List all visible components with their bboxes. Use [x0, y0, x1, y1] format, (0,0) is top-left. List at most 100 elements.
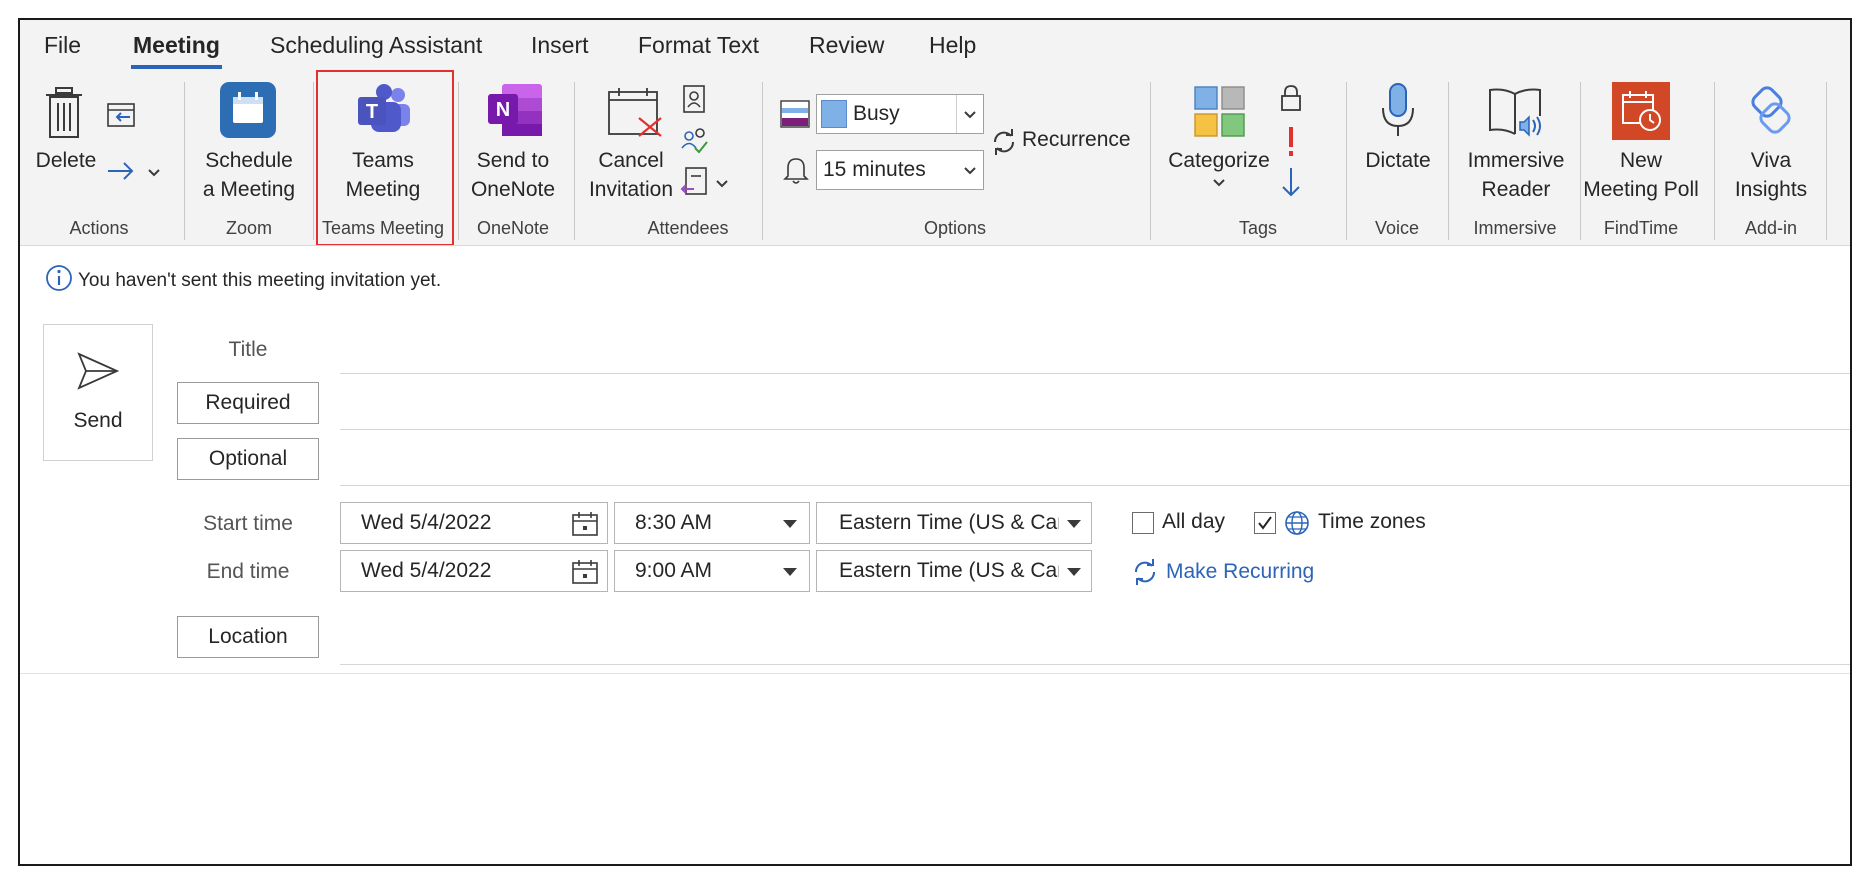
ribbon-divider	[20, 245, 1850, 246]
end-timezone-dropdown[interactable]: Eastern Time (US & Canada)	[816, 550, 1092, 592]
send-to-onenote-button[interactable]: Send to OneNote	[471, 146, 555, 204]
group-separator	[313, 82, 314, 240]
tab-meeting-label: Meeting	[133, 32, 220, 58]
location-button[interactable]: Location	[177, 616, 319, 658]
chevron-down-icon[interactable]	[715, 179, 729, 189]
tab-file[interactable]: File	[44, 32, 81, 59]
group-separator	[1826, 82, 1827, 240]
onenote-icon[interactable]: N	[486, 82, 544, 138]
recurrence-icon[interactable]	[990, 128, 1018, 156]
optional-attendees-input[interactable]	[340, 436, 1850, 482]
end-time-value: 9:00 AM	[635, 559, 713, 582]
viva-insights-label-1: Viva	[1750, 149, 1792, 172]
caret-down-icon	[1067, 520, 1081, 528]
categorize-button[interactable]: Categorize	[1168, 146, 1270, 175]
outlook-meeting-window: File Meeting Scheduling Assistant Insert…	[18, 18, 1852, 866]
reminder-value: 15 minutes	[823, 158, 926, 181]
svg-text:N: N	[496, 99, 510, 121]
calendar-icon[interactable]	[571, 559, 599, 585]
reminder-dropdown[interactable]: 15 minutes	[816, 150, 984, 190]
immersive-reader-button[interactable]: Immersive Reader	[1468, 146, 1565, 204]
checkmark-icon	[1258, 516, 1272, 530]
trash-icon[interactable]	[44, 86, 84, 140]
show-as-icon	[780, 100, 810, 128]
schedule-meeting-label-1: Schedule	[205, 149, 293, 172]
tab-insert[interactable]: Insert	[531, 32, 589, 59]
group-label-onenote: OneNote	[476, 218, 550, 238]
calendar-forward-icon[interactable]	[106, 100, 136, 128]
tab-scheduling-assistant[interactable]: Scheduling Assistant	[270, 32, 482, 59]
send-label: Send	[73, 409, 123, 432]
chevron-down-icon[interactable]	[147, 168, 161, 178]
immersive-reader-icon[interactable]	[1486, 86, 1544, 138]
caret-down-icon	[783, 568, 797, 576]
schedule-meeting-label-2: a Meeting	[202, 178, 296, 201]
bell-icon	[783, 158, 809, 184]
group-label-options: Options	[923, 218, 987, 238]
recurring-icon[interactable]	[1130, 558, 1160, 586]
start-date-picker[interactable]: Wed 5/4/2022	[340, 502, 608, 544]
findtime-poll-icon[interactable]	[1612, 82, 1670, 140]
title-input[interactable]	[340, 322, 1850, 372]
cancel-invitation-button[interactable]: Cancel Invitation	[589, 146, 673, 204]
microphone-icon[interactable]	[1378, 82, 1418, 140]
end-timezone-value: Eastern Time (US & Canada)	[839, 559, 1059, 582]
tab-meeting[interactable]: Meeting	[131, 32, 222, 69]
zoom-calendar-icon[interactable]	[220, 82, 276, 138]
teams-meeting-highlight	[316, 70, 454, 246]
address-book-icon[interactable]	[682, 84, 706, 114]
viva-insights-icon[interactable]	[1742, 84, 1800, 140]
delete-button[interactable]: Delete	[36, 146, 97, 175]
location-underline	[340, 664, 1850, 665]
new-meeting-poll-button[interactable]: New Meeting Poll	[1583, 146, 1699, 204]
group-separator	[1448, 82, 1449, 240]
calendar-icon[interactable]	[571, 511, 599, 537]
group-label-zoom: Zoom	[225, 218, 273, 238]
caret-down-icon	[1067, 568, 1081, 576]
caret-down-icon	[783, 520, 797, 528]
send-to-onenote-label-1: Send to	[476, 149, 550, 172]
dictate-button[interactable]: Dictate	[1365, 146, 1430, 175]
end-date-picker[interactable]: Wed 5/4/2022	[340, 550, 608, 592]
all-day-checkbox[interactable]	[1132, 512, 1154, 534]
time-zones-checkbox[interactable]	[1254, 512, 1276, 534]
cancel-invitation-label-1: Cancel	[598, 149, 664, 172]
schedule-meeting-button[interactable]: Schedule a Meeting	[203, 146, 295, 204]
lock-icon[interactable]	[1280, 84, 1302, 112]
start-time-dropdown[interactable]: 8:30 AM	[614, 502, 810, 544]
tab-review[interactable]: Review	[809, 32, 884, 59]
start-date-value: Wed 5/4/2022	[361, 511, 492, 534]
viva-insights-button[interactable]: Viva Insights	[1735, 146, 1807, 204]
tab-help[interactable]: Help	[929, 32, 976, 59]
message-body[interactable]	[20, 674, 1850, 864]
send-to-onenote-label-2: OneNote	[470, 178, 556, 201]
end-time-dropdown[interactable]: 9:00 AM	[614, 550, 810, 592]
required-attendees-input[interactable]	[340, 380, 1850, 426]
tab-format-text[interactable]: Format Text	[638, 32, 759, 59]
optional-button[interactable]: Optional	[177, 438, 319, 480]
new-meeting-poll-label-2: Meeting Poll	[1583, 178, 1699, 201]
low-importance-icon[interactable]	[1280, 166, 1302, 198]
send-icon	[77, 352, 120, 390]
recurrence-button[interactable]: Recurrence	[1022, 128, 1131, 152]
high-importance-icon[interactable]	[1285, 126, 1297, 158]
response-options-icon[interactable]	[680, 166, 708, 198]
make-recurring-link[interactable]: Make Recurring	[1166, 560, 1314, 584]
categorize-icon[interactable]	[1194, 86, 1246, 138]
location-input[interactable]	[340, 612, 1850, 662]
busy-color-swatch	[821, 100, 847, 128]
chevron-down-icon[interactable]	[1212, 178, 1226, 188]
active-tab-indicator	[131, 65, 222, 69]
group-label-actions: Actions	[69, 218, 129, 238]
check-names-icon[interactable]	[680, 126, 710, 156]
move-arrow-icon[interactable]	[106, 160, 136, 182]
show-as-dropdown[interactable]: Busy	[816, 94, 984, 134]
end-date-value: Wed 5/4/2022	[361, 559, 492, 582]
required-button[interactable]: Required	[177, 382, 319, 424]
globe-icon	[1285, 511, 1309, 535]
ribbon: File Meeting Scheduling Assistant Insert…	[20, 20, 1850, 246]
cancel-invitation-icon[interactable]	[607, 86, 665, 138]
group-label-immersive: Immersive	[1473, 218, 1557, 238]
send-button[interactable]: Send	[43, 324, 153, 461]
start-timezone-dropdown[interactable]: Eastern Time (US & Canada)	[816, 502, 1092, 544]
